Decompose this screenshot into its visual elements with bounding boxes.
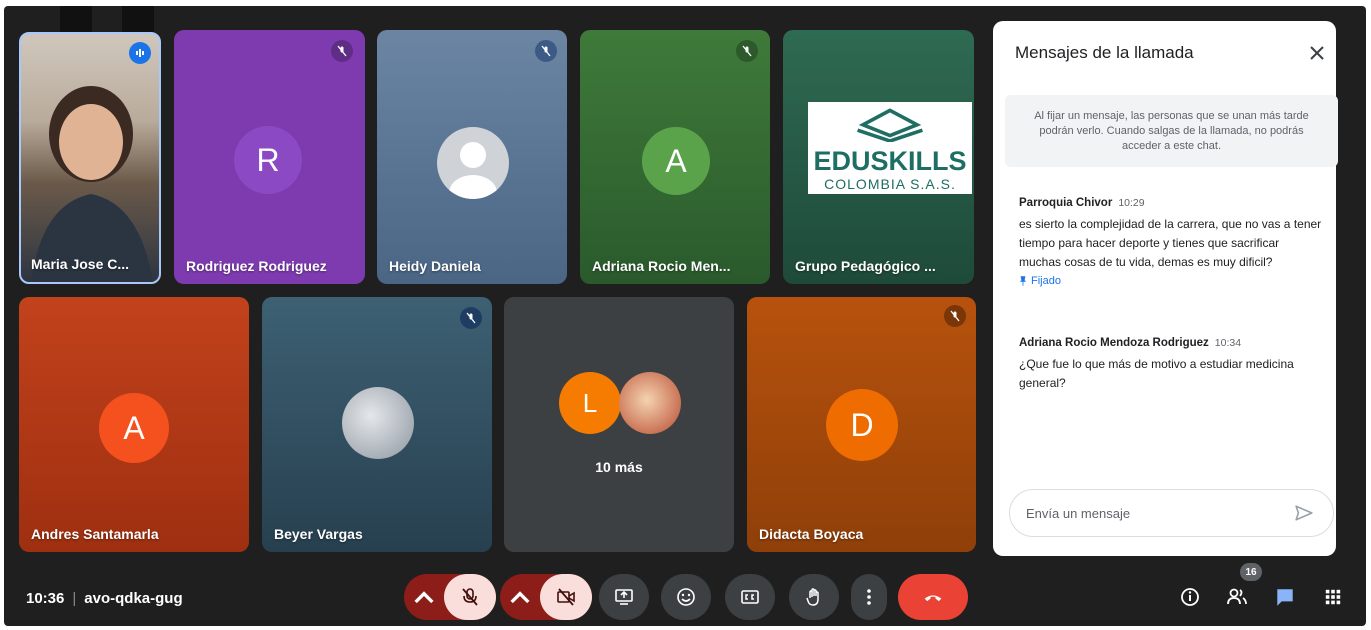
chat-notice: Al fijar un mensaje, las personas que se… [1005, 95, 1338, 167]
raise-hand-icon [806, 588, 819, 606]
microphone-toggle-button[interactable] [444, 574, 496, 620]
mic-off-icon [736, 40, 758, 62]
eduskills-logo: EDUSKILLS COLOMBIA S.A.S. [808, 102, 972, 194]
participant-name: Rodriguez Rodriguez [186, 258, 327, 274]
pinned-indicator[interactable]: Fijado [1019, 275, 1324, 287]
participant-tile[interactable]: R Rodriguez Rodriguez [174, 30, 365, 284]
mic-control-group [404, 574, 496, 620]
camera-control-group [500, 574, 592, 620]
participant-avatar: D [826, 389, 898, 461]
raise-hand-button[interactable] [789, 574, 839, 620]
reactions-button[interactable] [661, 574, 711, 620]
more-participants-tile[interactable]: L 10 más [504, 297, 734, 552]
chat-title: Mensajes de la llamada [1015, 43, 1194, 62]
camera-off-icon [557, 588, 575, 606]
pinned-label: Fijado [1031, 275, 1061, 287]
book-logo-icon [857, 108, 923, 142]
mic-off-icon [944, 305, 966, 327]
present-screen-button[interactable] [599, 574, 649, 620]
end-call-button[interactable] [898, 574, 968, 620]
participant-name: Grupo Pedagógico ... [795, 258, 936, 274]
participant-tile-self[interactable]: Maria Jose C... [19, 32, 161, 284]
participant-tile[interactable]: EDUSKILLS COLOMBIA S.A.S. Grupo Pedagógi… [783, 30, 974, 284]
participant-avatar: A [642, 127, 710, 195]
people-count-badge: 16 [1240, 563, 1262, 581]
participant-tile[interactable]: A Andres Santamarla [19, 297, 249, 552]
message-sender: Adriana Rocio Mendoza Rodriguez [1019, 337, 1209, 349]
chat-message: Adriana Rocio Mendoza Rodriguez 10:34 ¿Qu… [1019, 333, 1324, 393]
default-user-avatar-icon [437, 127, 509, 199]
chat-panel: Mensajes de la llamada Al fijar un mensa… [993, 21, 1338, 556]
logo-wordmark: EDUSKILLS [813, 146, 967, 176]
message-sender: Parroquia Chivor [1019, 197, 1113, 209]
speaking-indicator-icon [129, 42, 151, 64]
emoji-icon [677, 588, 695, 606]
captions-button[interactable] [725, 574, 775, 620]
message-time: 10:29 [1118, 197, 1145, 209]
send-icon[interactable] [1295, 504, 1313, 522]
audio-options-button[interactable] [404, 574, 444, 620]
mic-off-icon [460, 307, 482, 329]
separator: | [72, 590, 77, 607]
chat-input-placeholder: Envía un mensaje [1026, 506, 1131, 521]
mic-off-icon [462, 588, 478, 606]
present-screen-icon [615, 589, 633, 605]
mic-off-icon [331, 40, 353, 62]
participant-tile[interactable]: D Didacta Boyaca [747, 297, 976, 552]
participant-avatar: A [99, 393, 169, 463]
close-icon[interactable] [1303, 39, 1331, 67]
more-participants-label: 10 más [595, 459, 643, 475]
participant-avatar: L [559, 372, 621, 434]
chat-icon[interactable] [1270, 582, 1300, 612]
chevron-up-icon [510, 591, 530, 604]
camera-toggle-button[interactable] [540, 574, 592, 620]
participant-name: Heidy Daniela [389, 258, 481, 274]
participant-name: Maria Jose C... [31, 256, 130, 272]
participant-name: Didacta Boyaca [759, 526, 864, 542]
participant-tile[interactable]: Beyer Vargas [262, 297, 492, 552]
pin-icon [1019, 276, 1027, 286]
activities-icon[interactable] [1318, 582, 1348, 612]
more-options-button[interactable] [851, 574, 887, 620]
people-icon[interactable] [1222, 582, 1252, 612]
meeting-time: 10:36 [26, 590, 65, 607]
participant-name: Andres Santamarla [31, 526, 159, 542]
person-video-silhouette [31, 86, 153, 282]
message-text: es sierto la complejidad de la carrera, … [1019, 217, 1322, 269]
video-options-button[interactable] [500, 574, 540, 620]
closed-captions-icon [741, 590, 759, 604]
chat-message-input[interactable]: Envía un mensaje [1009, 489, 1334, 537]
top-edge-mark [60, 6, 92, 34]
participant-photo-avatar [619, 372, 681, 434]
chevron-up-icon [414, 591, 434, 604]
chat-message: Parroquia Chivor 10:29 es sierto la compl… [1019, 193, 1324, 287]
participant-photo-avatar [342, 387, 414, 459]
meeting-details-icon[interactable] [1175, 582, 1205, 612]
end-call-icon [924, 595, 942, 602]
meeting-code: avo-qdka-gug [84, 590, 183, 607]
participant-avatar: R [234, 126, 302, 194]
message-text: ¿Que fue lo que más de motivo a estudiar… [1019, 357, 1294, 390]
message-time: 10:34 [1214, 337, 1242, 349]
logo-subtitle: COLOMBIA S.A.S. [824, 176, 956, 192]
participant-name: Beyer Vargas [274, 526, 363, 542]
more-vert-icon [867, 589, 871, 605]
participant-name: Adriana Rocio Men... [592, 258, 731, 274]
top-edge-mark [122, 6, 154, 34]
mic-off-icon [535, 40, 557, 62]
participant-tile[interactable]: Heidy Daniela [377, 30, 567, 284]
participant-tile[interactable]: A Adriana Rocio Men... [580, 30, 770, 284]
meeting-info: 10:36 | avo-qdka-gug [26, 590, 183, 607]
